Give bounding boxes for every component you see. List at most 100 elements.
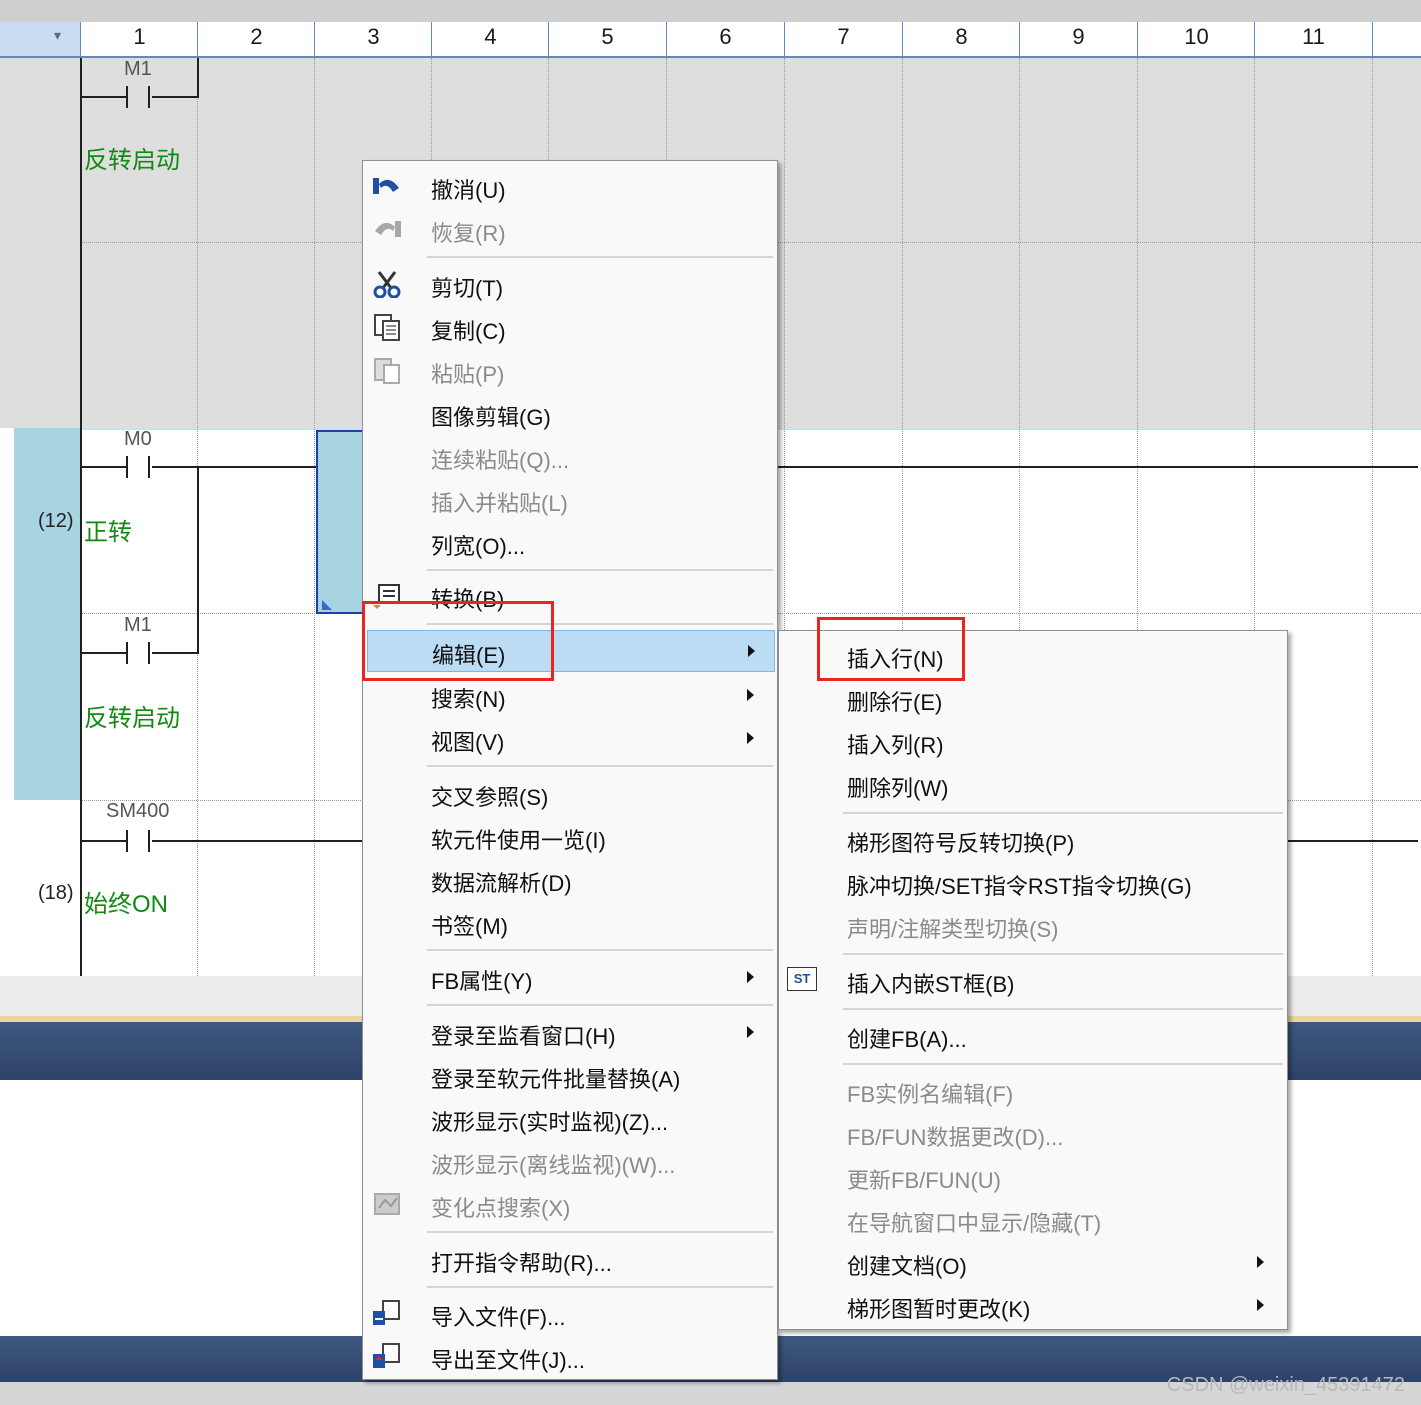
menu-item-copy[interactable]: 复制(C): [363, 307, 777, 347]
menu-label: 导出至文件(J)...: [431, 1348, 585, 1373]
menu-item-image-clip[interactable]: 图像剪辑(G): [363, 393, 777, 433]
menu-label: 更新FB/FUN(U): [847, 1168, 1001, 1193]
contact-m1[interactable]: [126, 86, 150, 108]
column-number: 4: [431, 22, 549, 56]
contact-sm400[interactable]: [126, 830, 150, 852]
menu-item-paste[interactable]: 粘贴(P): [363, 350, 777, 390]
menu-label: 登录至软元件批量替换(A): [431, 1067, 681, 1092]
column-number: 10: [1137, 22, 1255, 56]
export-file-icon: [373, 1343, 400, 1368]
step-number: (12): [38, 510, 74, 532]
menu-item-insert-paste[interactable]: 插入并粘贴(L): [363, 479, 777, 519]
column-number: 8: [902, 22, 1020, 56]
highlight-box-edit: [362, 601, 554, 681]
chevron-down-icon[interactable]: ▾: [54, 28, 61, 44]
cursor-cell[interactable]: [316, 430, 365, 614]
menu-label: 登录至监看窗口(H): [431, 1024, 616, 1049]
menu-item-bookmark[interactable]: 书签(M): [363, 902, 777, 942]
submenu-arrow-icon: [1257, 1256, 1264, 1268]
column-number: 9: [1019, 22, 1137, 56]
st-box-icon: ST: [787, 967, 817, 991]
menu-item-export-file[interactable]: 导出至文件(J)...: [363, 1336, 777, 1376]
menu-item-column-width[interactable]: 列宽(O)...: [363, 522, 777, 562]
contact-m0[interactable]: [126, 456, 150, 478]
submenu-item-nav-show-hide[interactable]: 在导航窗口中显示/隐藏(T): [779, 1199, 1287, 1239]
menu-label: 删除列(W): [847, 776, 949, 801]
menu-label: 复制(C): [431, 319, 506, 344]
menu-item-redo[interactable]: 恢复(R): [363, 209, 777, 249]
submenu-item-create-fb[interactable]: 创建FB(A)...: [779, 1015, 1287, 1055]
submenu-item-pulse-set-rst[interactable]: 脉冲切换/SET指令RST指令切换(G): [779, 862, 1287, 902]
menu-label: 视图(V): [431, 730, 505, 755]
menu-label: 波形显示(实时监视)(Z)...: [431, 1110, 669, 1135]
context-menu: 撤消(U) 恢复(R) 剪切(T) 复制(C) 粘贴(P) 图像剪辑(G) 连续…: [362, 160, 778, 1380]
edit-submenu: 插入行(N) 删除行(E) 插入列(R) 删除列(W) 梯形图符号反转切换(P)…: [778, 630, 1288, 1330]
device-comment: 正转: [84, 519, 132, 546]
submenu-item-create-document[interactable]: 创建文档(O): [779, 1242, 1287, 1282]
menu-item-device-list[interactable]: 软元件使用一览(I): [363, 816, 777, 856]
undo-icon: [373, 178, 399, 194]
menu-label: 梯形图暂时更改(K): [847, 1297, 1031, 1322]
column-number: 7: [784, 22, 902, 56]
redo-icon: [375, 221, 401, 237]
device-comment: 始终ON: [84, 891, 168, 918]
menu-label: 插入列(R): [847, 733, 944, 758]
menu-item-register-batch-replace[interactable]: 登录至软元件批量替换(A): [363, 1055, 777, 1095]
menu-label: 撤消(U): [431, 178, 506, 203]
menu-item-register-watch[interactable]: 登录至监看窗口(H): [363, 1012, 777, 1052]
step-number: (18): [38, 882, 74, 904]
submenu-item-insert-column[interactable]: 插入列(R): [779, 721, 1287, 761]
menu-label: FB属性(Y): [431, 969, 533, 994]
submenu-item-delete-row[interactable]: 删除行(E): [779, 678, 1287, 718]
submenu-item-fb-instance-name[interactable]: FB实例名编辑(F): [779, 1070, 1287, 1110]
submenu-item-insert-st-box[interactable]: ST 插入内嵌ST框(B): [779, 960, 1287, 1000]
submenu-arrow-icon: [748, 645, 755, 657]
menu-item-fb-properties[interactable]: FB属性(Y): [363, 957, 777, 997]
column-number: 5: [548, 22, 666, 56]
menu-label: 插入内嵌ST框(B): [847, 972, 1015, 997]
scissors-icon: [373, 271, 401, 298]
menu-item-change-point-search[interactable]: 变化点搜索(X): [363, 1184, 777, 1224]
submenu-item-toggle-symbol[interactable]: 梯形图符号反转切换(P): [779, 819, 1287, 859]
column-number: 11: [1254, 22, 1372, 56]
submenu-item-update-fb-fun[interactable]: 更新FB/FUN(U): [779, 1156, 1287, 1196]
menu-item-instruction-help[interactable]: 打开指令帮助(R)...: [363, 1239, 777, 1279]
menu-label: 变化点搜索(X): [431, 1196, 571, 1221]
menu-label: 交叉参照(S): [431, 785, 549, 810]
menu-item-import-file[interactable]: 导入文件(F)...: [363, 1293, 777, 1333]
menu-label: 恢复(R): [431, 221, 506, 246]
selected-row-header[interactable]: [14, 428, 80, 800]
menu-label: 创建FB(A)...: [847, 1027, 967, 1052]
menu-item-cross-reference[interactable]: 交叉参照(S): [363, 773, 777, 813]
watermark: CSDN @weixin_45391472: [1166, 1374, 1405, 1396]
submenu-item-fb-fun-data[interactable]: FB/FUN数据更改(D)...: [779, 1113, 1287, 1153]
menu-item-data-flow[interactable]: 数据流解析(D): [363, 859, 777, 899]
menu-label: 创建文档(O): [847, 1254, 967, 1279]
submenu-arrow-icon: [747, 689, 754, 701]
menu-label: 波形显示(离线监视)(W)...: [431, 1153, 676, 1178]
device-label: M1: [124, 58, 152, 80]
contact-m1[interactable]: [126, 642, 150, 664]
column-number: 6: [666, 22, 784, 56]
device-comment: 反转启动: [84, 705, 180, 732]
import-file-icon: [373, 1300, 400, 1325]
menu-label: 书签(M): [431, 914, 508, 939]
menu-item-cut[interactable]: 剪切(T): [363, 264, 777, 304]
menu-label: 图像剪辑(G): [431, 405, 551, 430]
submenu-item-delete-column[interactable]: 删除列(W): [779, 764, 1287, 804]
submenu-item-comment-type[interactable]: 声明/注解类型切换(S): [779, 905, 1287, 945]
column-number-partial: [1372, 22, 1421, 56]
menu-item-waveform-offline[interactable]: 波形显示(离线监视)(W)...: [363, 1141, 777, 1181]
menu-item-waveform-online[interactable]: 波形显示(实时监视)(Z)...: [363, 1098, 777, 1138]
menu-label: 软元件使用一览(I): [431, 828, 606, 853]
menu-label: 搜索(N): [431, 687, 506, 712]
menu-item-continuous-paste[interactable]: 连续粘贴(Q)...: [363, 436, 777, 476]
copy-icon: [374, 314, 400, 341]
highlight-box-insert-row: [817, 617, 965, 681]
menu-item-view[interactable]: 视图(V): [363, 718, 777, 758]
menu-item-search[interactable]: 搜索(N): [363, 675, 777, 715]
header-corner[interactable]: ▾: [0, 22, 80, 56]
submenu-item-ladder-temp-change[interactable]: 梯形图暂时更改(K): [779, 1285, 1287, 1325]
title-strip: [0, 0, 1421, 22]
menu-item-undo[interactable]: 撤消(U): [363, 166, 777, 206]
